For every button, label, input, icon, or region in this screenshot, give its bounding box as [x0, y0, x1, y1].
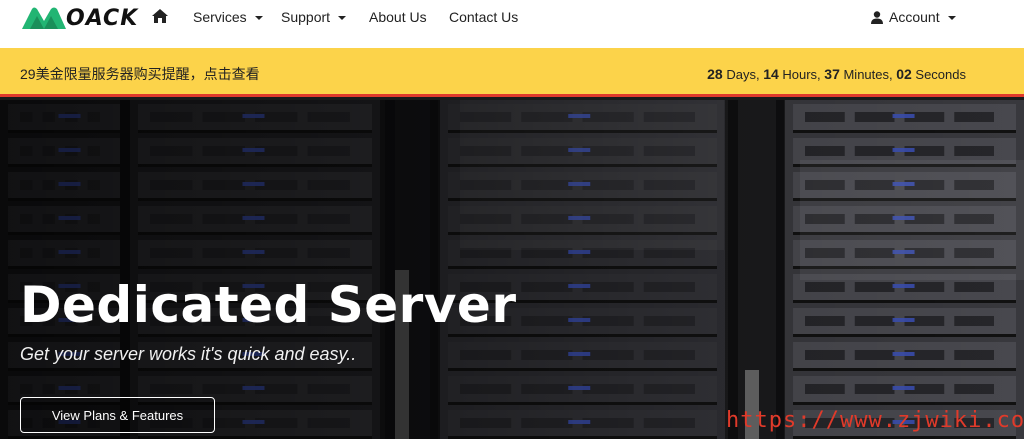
nav-account-label: Account	[889, 9, 940, 25]
countdown-minutes-label: Minutes,	[839, 67, 897, 82]
nav-contact-label: Contact Us	[449, 9, 519, 25]
countdown-minutes: 37	[824, 66, 840, 82]
countdown-hours-label: Hours,	[778, 67, 825, 82]
chevron-down-icon	[947, 15, 956, 20]
view-plans-button[interactable]: View Plans & Features	[20, 397, 215, 433]
promo-bar: 29美金限量服务器购买提醒，点击查看 28 Days, 14 Hours, 37…	[0, 48, 1024, 97]
countdown-days-label: Days,	[722, 67, 764, 82]
chevron-down-icon	[338, 15, 347, 20]
nav-services[interactable]: Services	[193, 9, 263, 25]
countdown-seconds: 02	[896, 66, 912, 82]
watermark-text: https://www.zjwiki.com	[726, 408, 1024, 433]
user-icon	[871, 10, 883, 24]
hero-title: Dedicated Server	[20, 276, 517, 334]
chevron-down-icon	[254, 15, 263, 20]
brand-logo[interactable]: OACK	[20, 4, 138, 32]
hero-banner: Dedicated Server Get your server works i…	[0, 100, 1024, 439]
top-navbar: OACK Services Support About Us Contact U…	[0, 0, 1024, 48]
hero-overlay	[0, 100, 1024, 439]
nav-support[interactable]: Support	[281, 9, 347, 25]
countdown-seconds-label: Seconds	[911, 67, 966, 82]
nav-account[interactable]: Account	[871, 9, 956, 25]
promo-link[interactable]: 29美金限量服务器购买提醒，点击查看	[20, 64, 260, 84]
nav-contact[interactable]: Contact Us	[449, 9, 518, 25]
countdown-hours: 14	[763, 66, 779, 82]
nav-about[interactable]: About Us	[369, 9, 427, 25]
nav-support-label: Support	[281, 9, 331, 25]
view-plans-label: View Plans & Features	[51, 407, 184, 423]
countdown-timer: 28 Days, 14 Hours, 37 Minutes, 02 Second…	[707, 66, 966, 82]
countdown-days: 28	[707, 66, 723, 82]
nav-about-label: About Us	[369, 9, 427, 25]
hero-subtitle: Get your server works it's quick and eas…	[20, 344, 357, 364]
nav-services-label: Services	[193, 9, 247, 25]
home-icon[interactable]	[151, 8, 169, 24]
logo-text: OACK	[66, 5, 139, 31]
logo-mark-icon	[22, 7, 66, 29]
